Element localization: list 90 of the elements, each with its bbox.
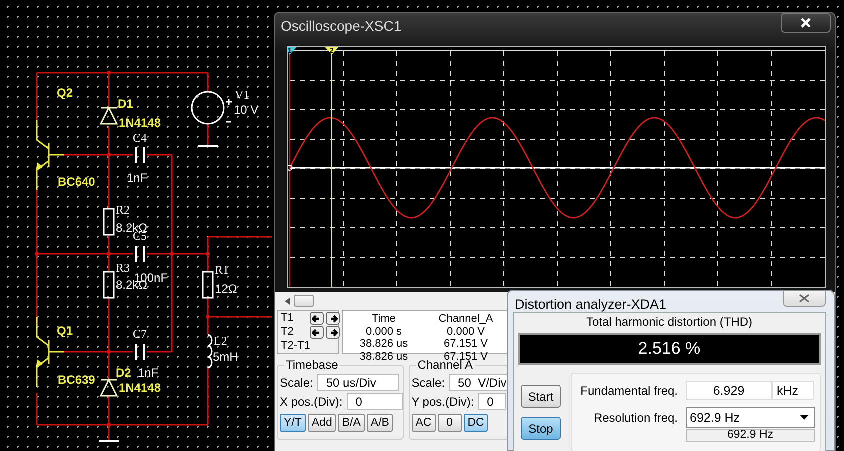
- junction-dot: [107, 71, 111, 75]
- component-reference: R1: [215, 263, 230, 277]
- coupling-button[interactable]: DC: [464, 414, 488, 432]
- component-value: 10 V: [234, 103, 259, 117]
- junction-dot: [107, 423, 111, 427]
- field-label: Scale:: [280, 376, 314, 390]
- cursor-label: T2: [281, 326, 295, 339]
- component-value: BC640: [58, 175, 96, 189]
- field-label: X pos.(Div):: [280, 394, 343, 408]
- right-arrow-icon: [328, 328, 338, 338]
- table-cell: 67.151 V: [444, 338, 488, 350]
- component-reference: C7: [133, 327, 148, 341]
- component-value: 1N4148: [119, 116, 162, 130]
- junction-dot: [107, 252, 111, 256]
- trigger-marker: [288, 165, 293, 171]
- resolution-dropdown[interactable]: 692.9 Hz: [686, 407, 815, 428]
- window-title: Distortion analyzer-XDA1: [515, 297, 667, 312]
- inductor-symbol: [207, 334, 213, 369]
- component-value: BC639: [58, 373, 96, 387]
- mode-button[interactable]: Add: [308, 414, 336, 432]
- component-reference: C4: [133, 131, 148, 145]
- voltage-source-symbol: [191, 91, 233, 125]
- component-reference: Q1: [57, 324, 74, 338]
- component-value: 5mH: [213, 350, 238, 364]
- dropdown-caret-icon: [800, 415, 809, 420]
- position-field[interactable]: 0: [478, 393, 506, 410]
- component-reference: Q2: [57, 86, 74, 100]
- table-cell: 38.826 us: [360, 338, 408, 350]
- column-header: Time: [372, 313, 396, 326]
- move-left-button[interactable]: [310, 312, 324, 325]
- move-right-button[interactable]: [326, 326, 340, 339]
- column-header: Channel_A: [438, 313, 494, 326]
- close-icon: [799, 294, 810, 303]
- cursor-label: T2-T1: [281, 340, 310, 352]
- unit-field[interactable]: kHz: [772, 381, 814, 400]
- scroll-left-icon[interactable]: [285, 298, 290, 304]
- junction-dot: [206, 252, 210, 256]
- table-cell: 38.826 us: [360, 350, 408, 363]
- junction-dot: [107, 350, 111, 354]
- component-reference: R2: [116, 203, 130, 217]
- move-right-button[interactable]: [326, 312, 340, 325]
- resistor-symbol: [202, 271, 214, 299]
- thd-value-display: 2.516 %: [518, 333, 821, 365]
- coupling-button[interactable]: AC: [412, 414, 436, 432]
- right-arrow-icon: [328, 314, 338, 324]
- junction-dot: [170, 252, 174, 256]
- scrollbar-thumb[interactable]: [294, 295, 314, 307]
- component-reference: R3: [116, 261, 130, 275]
- window-title: Oscilloscope-XSC1: [281, 18, 402, 34]
- field-label: Y pos.(Div):: [412, 394, 474, 408]
- component-value: 1N4148: [119, 381, 162, 395]
- resistor-symbol: [103, 271, 115, 299]
- resolution-readout: 692.9 Hz: [686, 429, 815, 442]
- coupling-button[interactable]: 0: [438, 414, 462, 432]
- component-value: 1nF: [127, 171, 148, 185]
- mode-button[interactable]: B/A: [338, 414, 365, 432]
- mode-button[interactable]: Y/T: [280, 414, 306, 432]
- field-label: Fundamental freq.: [580, 384, 678, 398]
- table-cell: 0.000 s: [366, 326, 402, 338]
- capacitor-symbol: [135, 343, 145, 361]
- move-left-button[interactable]: [310, 326, 324, 339]
- start-button[interactable]: Start: [521, 385, 561, 408]
- component-reference: V1: [235, 88, 250, 102]
- junction-dot: [107, 153, 111, 157]
- capacitor-symbol: [135, 146, 145, 164]
- component-reference: D1: [118, 97, 134, 111]
- scale-field[interactable]: 50 us/Div: [317, 374, 400, 391]
- table-cell: 0.000 V: [447, 326, 485, 338]
- close-button[interactable]: [781, 12, 831, 32]
- field-label: Resolution freq.: [592, 410, 678, 424]
- junction-dot: [35, 252, 39, 256]
- component-value: 12Ω: [215, 282, 238, 296]
- component-reference: D2: [116, 366, 132, 380]
- capacitor-symbol: [135, 245, 145, 263]
- cursor-label: T1: [281, 312, 295, 325]
- group-title: Timebase: [285, 358, 340, 372]
- resistor-symbol: [103, 208, 115, 236]
- junction-dot: [206, 315, 210, 319]
- mode-button[interactable]: A/B: [366, 414, 394, 432]
- component-reference: L2: [214, 334, 228, 348]
- field-label: Scale:: [412, 376, 446, 390]
- thd-label: Total harmonic distortion (THD): [585, 315, 754, 330]
- diode-symbol: [100, 107, 118, 125]
- component-value: 1nF: [138, 366, 159, 380]
- fundamental-frequency-field[interactable]: 6.929: [686, 381, 772, 400]
- position-field[interactable]: 0: [346, 393, 403, 410]
- close-icon: [801, 18, 811, 28]
- stop-button[interactable]: Stop: [521, 417, 561, 440]
- diode-symbol: [100, 379, 118, 397]
- wire: [207, 124, 209, 146]
